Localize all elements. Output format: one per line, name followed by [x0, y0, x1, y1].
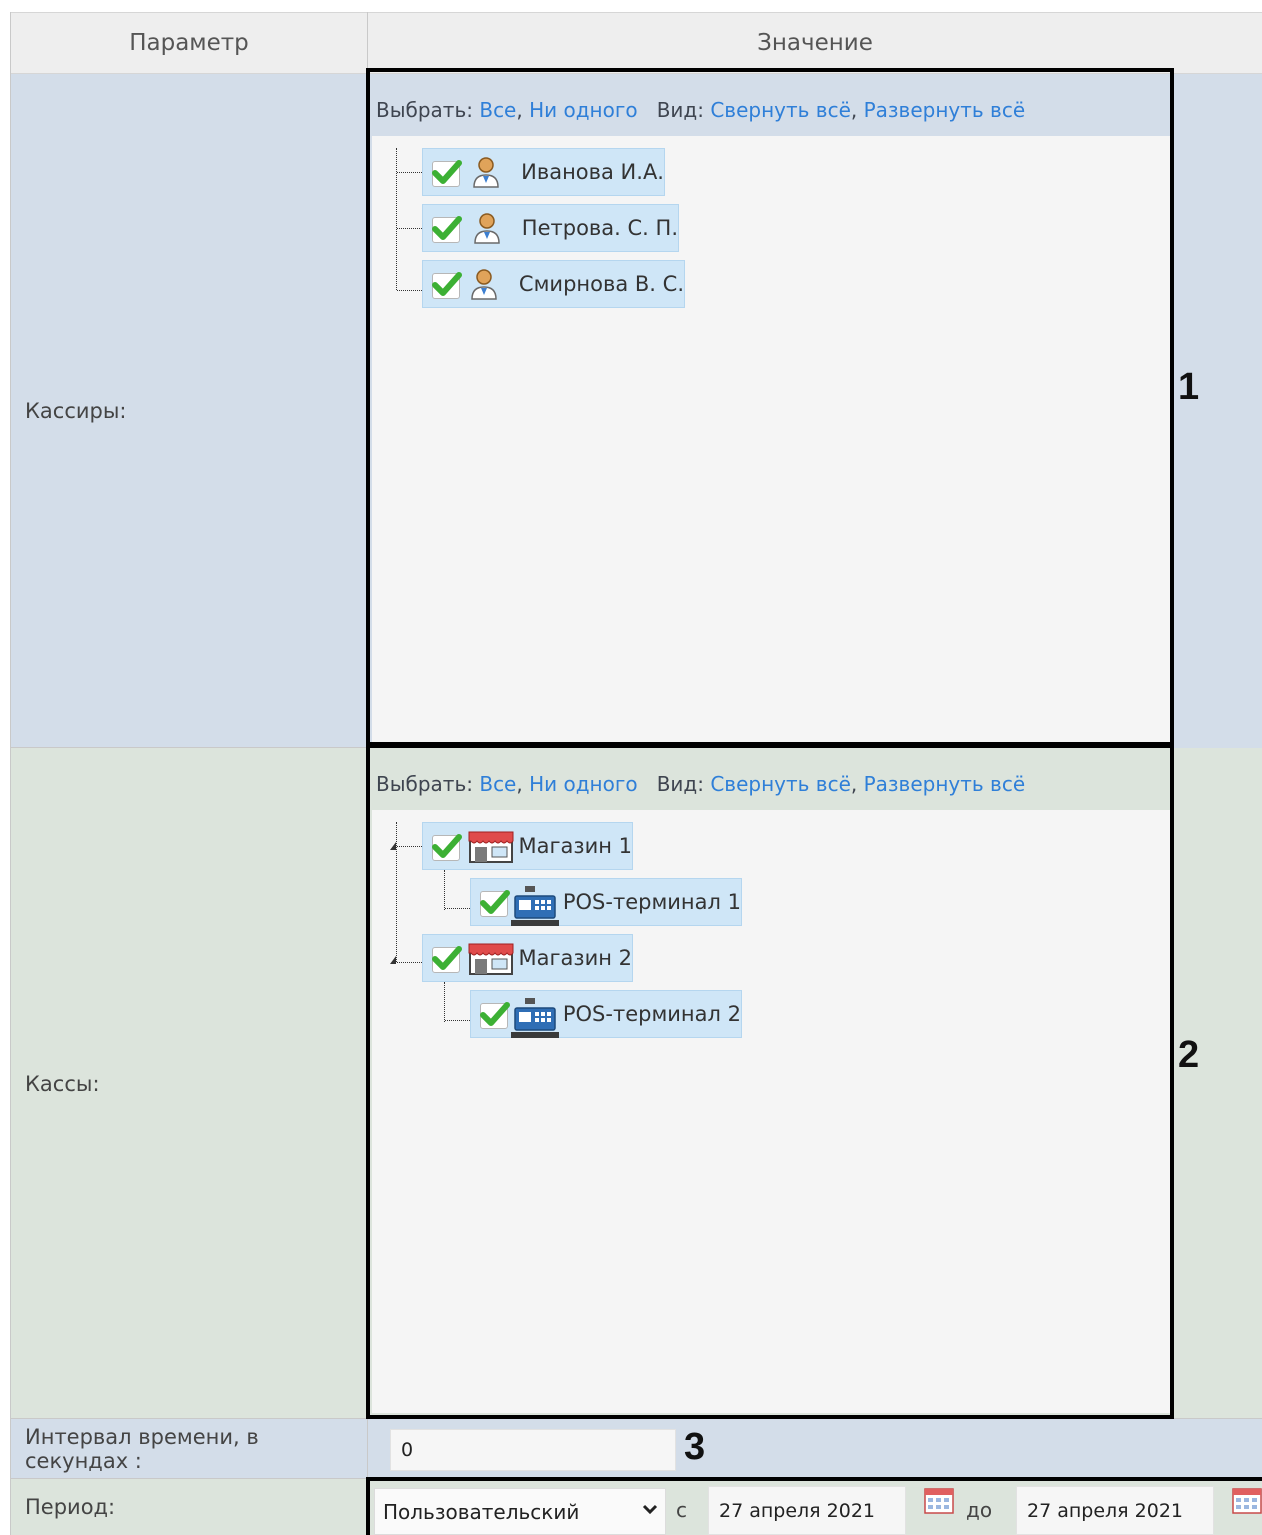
registers-label: Кассы: [25, 1071, 100, 1096]
cash-register-icon [510, 884, 559, 928]
tree-node-cashier-2[interactable]: Петрова. С. П. [422, 204, 679, 252]
cashiers-row: Кассиры: [10, 74, 368, 748]
expand-toggle-icon[interactable] [390, 842, 396, 850]
to-date-input[interactable]: 27 апреля 2021 [1016, 1486, 1214, 1535]
tree-node-label: POS-терминал 1 [562, 890, 741, 914]
user-icon [470, 211, 504, 245]
tree-node-label: Магазин 1 [518, 834, 632, 858]
period-label: Период: [25, 1495, 116, 1519]
grid-line [10, 1418, 1262, 1419]
period-row: Период: [10, 1479, 368, 1535]
grid-line [10, 1478, 1262, 1479]
tree-connector [445, 908, 470, 909]
checkbox[interactable] [432, 833, 462, 861]
interval-row: Интервал времени, в секундах : [10, 1419, 368, 1479]
user-icon [467, 267, 501, 301]
view-label: Вид: [656, 772, 704, 796]
cash-register-icon [510, 996, 559, 1040]
from-date-value: 27 апреля 2021 [719, 1499, 875, 1522]
tree-node-label: POS-терминал 2 [562, 1002, 741, 1026]
separator: , [516, 98, 523, 122]
user-icon [469, 155, 503, 189]
tree-connector [397, 290, 422, 291]
tree-connector [396, 822, 397, 962]
tree-node-store-2[interactable]: Магазин 2 [422, 934, 633, 982]
cashiers-toolbar: Выбрать: Все, Ни одного Вид: Свернуть вс… [372, 84, 1170, 136]
header-param: Параметр [10, 12, 368, 74]
registers-row: Кассы: [10, 748, 368, 1419]
separator: , [850, 98, 858, 122]
tree-connector [397, 962, 422, 963]
checkbox[interactable] [432, 945, 462, 973]
tree-connector [396, 148, 397, 290]
grid-line [367, 12, 368, 1535]
select-label: Выбрать: [376, 98, 473, 122]
collapse-all-link[interactable]: Свернуть всё [710, 772, 851, 796]
grid-line [10, 12, 11, 1535]
select-label: Выбрать: [376, 772, 473, 796]
select-none-link[interactable]: Ни одного [529, 98, 638, 122]
from-date-input[interactable]: 27 апреля 2021 [708, 1486, 906, 1535]
from-label: с [676, 1498, 687, 1522]
grid-line [10, 747, 368, 748]
store-icon [467, 828, 515, 864]
period-selected: Пользовательский [383, 1499, 580, 1524]
tree-node-label: Магазин 2 [518, 946, 632, 970]
select-all-link[interactable]: Все [479, 98, 516, 122]
interval-label: Интервал времени, в секундах : [25, 1425, 259, 1473]
tree-node-label: Петрова. С. П. [521, 216, 678, 240]
expand-toggle-icon[interactable] [390, 956, 396, 964]
interval-value: 0 [401, 1439, 414, 1461]
tree-connector [397, 172, 422, 173]
view-label: Вид: [656, 98, 704, 122]
chevron-down-icon [641, 1499, 659, 1523]
period-select[interactable]: Пользовательский [374, 1488, 666, 1535]
param-column-header: Параметр [129, 30, 249, 56]
separator: , [850, 772, 858, 796]
tree-node-cashier-1[interactable]: Иванова И.А. [422, 148, 665, 196]
tree-connector [444, 982, 445, 1022]
checkbox[interactable] [432, 159, 462, 187]
to-date-value: 27 апреля 2021 [1027, 1499, 1183, 1522]
to-label: до [966, 1498, 993, 1522]
expand-all-link[interactable]: Развернуть всё [864, 98, 1026, 122]
checkbox[interactable] [480, 1001, 510, 1029]
callout-number-2: 2 [1178, 1034, 1200, 1076]
calendar-icon[interactable] [924, 1488, 954, 1514]
tree-connector [397, 846, 422, 847]
select-none-link[interactable]: Ни одного [529, 772, 638, 796]
separator: , [516, 772, 523, 796]
header-value: Значение [368, 12, 1262, 74]
checkbox[interactable] [480, 889, 510, 917]
tree-connector [445, 1020, 470, 1021]
tree-node-store-1[interactable]: Магазин 1 [422, 822, 633, 870]
tree-node-label: Иванова И.А. [521, 160, 664, 184]
select-all-link[interactable]: Все [479, 772, 516, 796]
tree-node-pos-1[interactable]: POS-терминал 1 [470, 878, 742, 926]
store-icon [467, 940, 515, 976]
checkbox[interactable] [432, 271, 462, 299]
checkbox[interactable] [432, 215, 462, 243]
value-column-header: Значение [757, 30, 873, 56]
collapse-all-link[interactable]: Свернуть всё [710, 98, 851, 122]
callout-number-1: 1 [1178, 366, 1200, 408]
tree-connector [397, 228, 422, 229]
interval-input[interactable]: 0 [390, 1429, 676, 1471]
tree-node-label: Смирнова В. С. [518, 272, 684, 296]
expand-all-link[interactable]: Развернуть всё [864, 772, 1026, 796]
tree-node-cashier-3[interactable]: Смирнова В. С. [422, 260, 685, 308]
tree-node-pos-2[interactable]: POS-терминал 2 [470, 990, 742, 1038]
calendar-icon[interactable] [1232, 1488, 1262, 1514]
tree-connector [444, 870, 445, 910]
callout-number-3: 3 [684, 1426, 706, 1468]
cashiers-label: Кассиры: [25, 399, 127, 423]
registers-toolbar: Выбрать: Все, Ни одного Вид: Свернуть вс… [372, 758, 1170, 810]
